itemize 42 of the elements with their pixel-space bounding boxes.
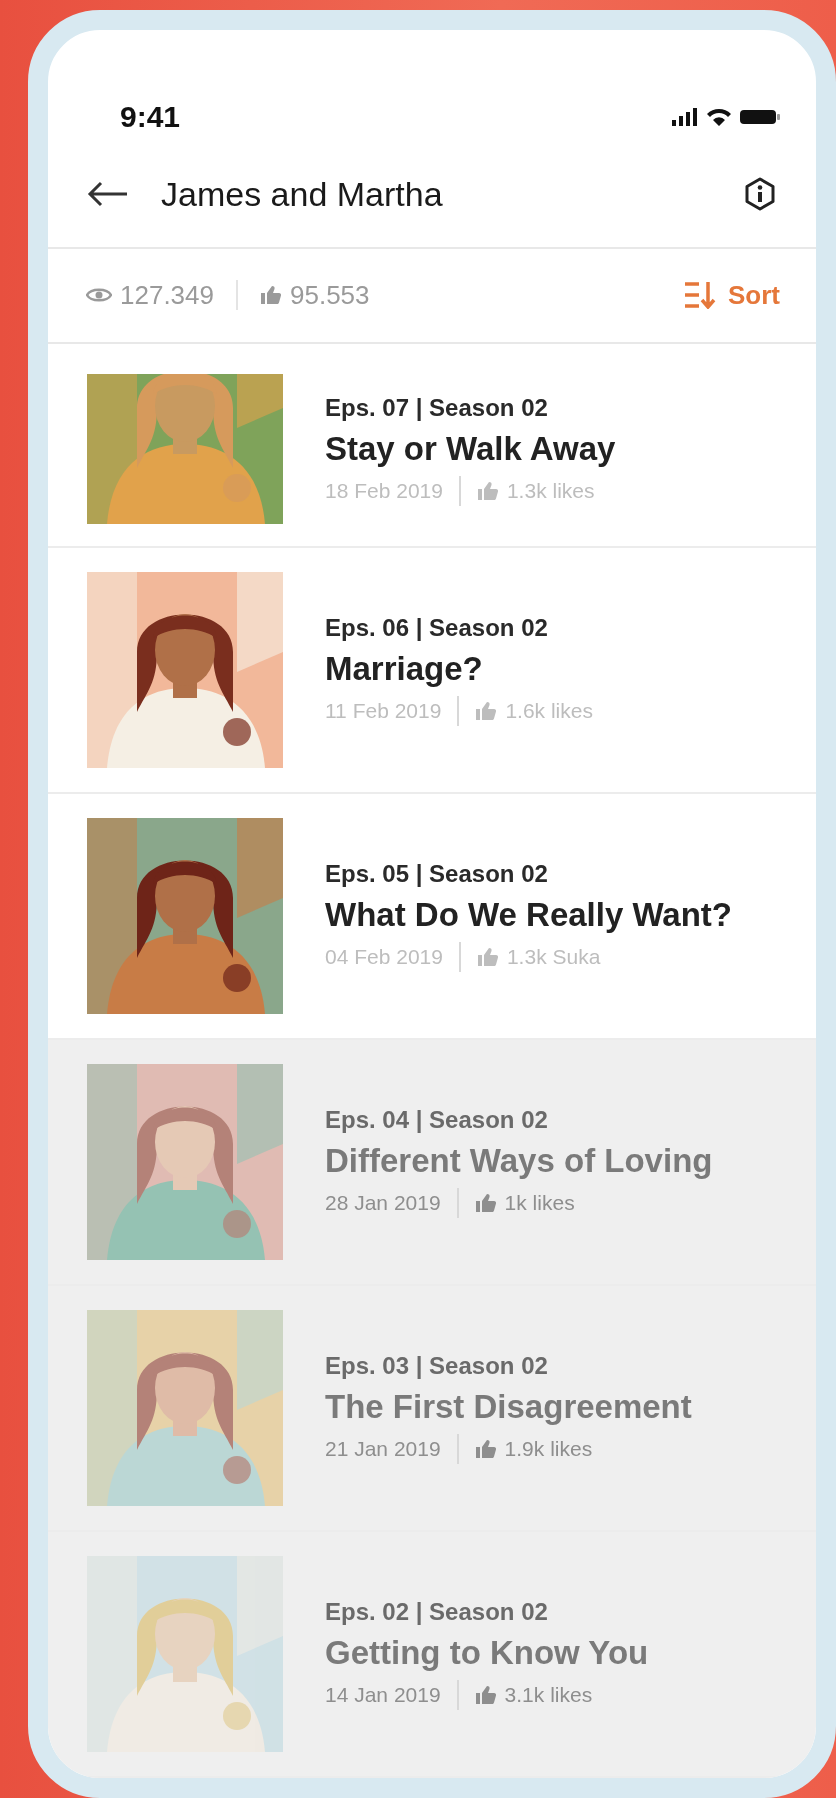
like-count: 1.3k Suka bbox=[506, 945, 601, 969]
like-count: 1.9k likes bbox=[504, 1437, 593, 1461]
episode-title: Different Ways of Loving bbox=[325, 1142, 713, 1180]
thumbs-up-icon bbox=[474, 1193, 497, 1213]
release-date: 18 Feb 2019 bbox=[325, 479, 443, 503]
wifi-icon bbox=[706, 107, 732, 128]
episode-number: Eps. 06 | Season 02 bbox=[325, 614, 549, 642]
episode-number: Eps. 03 | Season 02 bbox=[325, 1352, 549, 1380]
episode-title: Stay or Walk Away bbox=[325, 430, 616, 468]
signal-icon bbox=[672, 108, 698, 127]
thumbs-up-icon bbox=[474, 1439, 497, 1459]
back-arrow-icon bbox=[87, 181, 129, 208]
episode-number: Eps. 05 | Season 02 bbox=[325, 860, 549, 888]
battery-icon bbox=[740, 108, 780, 127]
thumbs-up-icon bbox=[476, 481, 499, 501]
like-count: 1.6k likes bbox=[505, 699, 593, 723]
episode-number: Eps. 04 | Season 02 bbox=[325, 1106, 549, 1134]
info-icon bbox=[744, 177, 776, 212]
episode-number: Eps. 02 | Season 02 bbox=[325, 1598, 549, 1626]
release-date: 28 Jan 2019 bbox=[325, 1191, 441, 1215]
episode-title: What Do We Really Want? bbox=[325, 896, 733, 934]
view-count: 127.349 bbox=[120, 279, 214, 311]
sort-button[interactable]: Sort bbox=[684, 279, 780, 311]
like-count: 95.553 bbox=[290, 279, 370, 311]
like-count: 1k likes bbox=[504, 1191, 575, 1215]
episode-number: Eps. 07 | Season 02 bbox=[325, 394, 549, 422]
sort-icon bbox=[684, 281, 716, 310]
thumbs-up-icon bbox=[475, 701, 498, 721]
release-date: 04 Feb 2019 bbox=[325, 945, 443, 969]
release-date: 21 Jan 2019 bbox=[325, 1437, 441, 1461]
like-count: 1.3k likes bbox=[506, 479, 595, 503]
episode-title: Marriage? bbox=[325, 650, 484, 688]
episode-title: Getting to Know You bbox=[325, 1634, 649, 1672]
thumbs-up-icon bbox=[474, 1685, 497, 1705]
episode-title: The First Disagreement bbox=[325, 1388, 692, 1426]
thumbs-up-icon bbox=[476, 947, 499, 967]
story-title: James and Martha bbox=[161, 174, 444, 214]
status-time: 9:41 bbox=[120, 100, 181, 135]
thumbs-up-icon bbox=[260, 285, 282, 306]
release-date: 11 Feb 2019 bbox=[325, 699, 442, 723]
like-count: 3.1k likes bbox=[504, 1683, 593, 1707]
release-date: 14 Jan 2019 bbox=[325, 1683, 441, 1707]
